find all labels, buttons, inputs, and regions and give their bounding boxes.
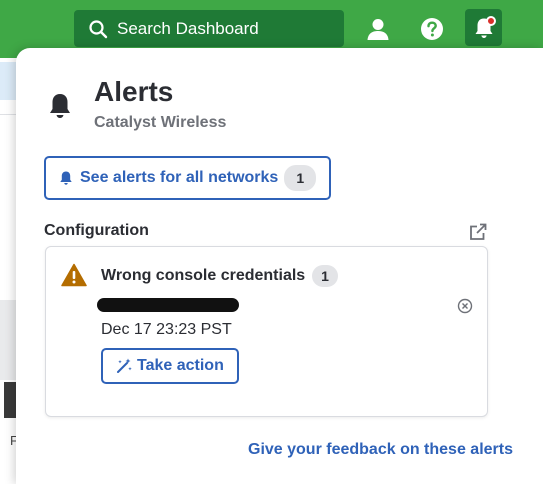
feedback-link[interactable]: Give your feedback on these alerts bbox=[248, 441, 513, 459]
magic-wand-icon bbox=[117, 358, 132, 373]
user-icon bbox=[367, 19, 389, 40]
notification-dot bbox=[486, 16, 496, 26]
bell-icon bbox=[50, 94, 70, 118]
background-banner bbox=[0, 62, 16, 100]
see-all-networks-button[interactable]: See alerts for all networks 1 bbox=[44, 156, 331, 200]
section-title: Configuration bbox=[44, 222, 149, 239]
take-action-label: Take action bbox=[137, 357, 224, 374]
background-image bbox=[4, 382, 16, 418]
panel-title: Alerts bbox=[94, 76, 174, 107]
warning-icon bbox=[61, 263, 87, 287]
help-icon bbox=[421, 18, 443, 40]
alert-count-badge: 1 bbox=[312, 265, 338, 287]
close-icon[interactable] bbox=[457, 298, 473, 314]
alert-timestamp: Dec 17 23:23 PST bbox=[101, 321, 232, 338]
external-link-icon[interactable] bbox=[468, 222, 488, 242]
search-icon bbox=[89, 19, 108, 38]
redacted-device-name bbox=[97, 298, 239, 312]
see-all-networks-label: See alerts for all networks bbox=[80, 169, 279, 186]
user-button[interactable] bbox=[363, 14, 393, 44]
search-box[interactable]: Search Dashboard bbox=[74, 10, 344, 47]
help-button[interactable] bbox=[417, 14, 447, 44]
search-placeholder: Search Dashboard bbox=[117, 18, 259, 38]
take-action-button[interactable]: Take action bbox=[101, 348, 239, 384]
count-badge: 1 bbox=[284, 165, 317, 191]
background-page bbox=[0, 58, 16, 484]
panel-subtitle: Catalyst Wireless bbox=[94, 114, 227, 131]
bell-icon bbox=[60, 171, 72, 185]
background-block bbox=[0, 300, 16, 380]
alert-title: Wrong console credentials bbox=[101, 267, 306, 284]
background-divider bbox=[0, 114, 16, 115]
alert-card: Wrong console credentials 1 Dec 17 23:23… bbox=[45, 246, 488, 417]
notifications-button[interactable] bbox=[465, 9, 502, 46]
